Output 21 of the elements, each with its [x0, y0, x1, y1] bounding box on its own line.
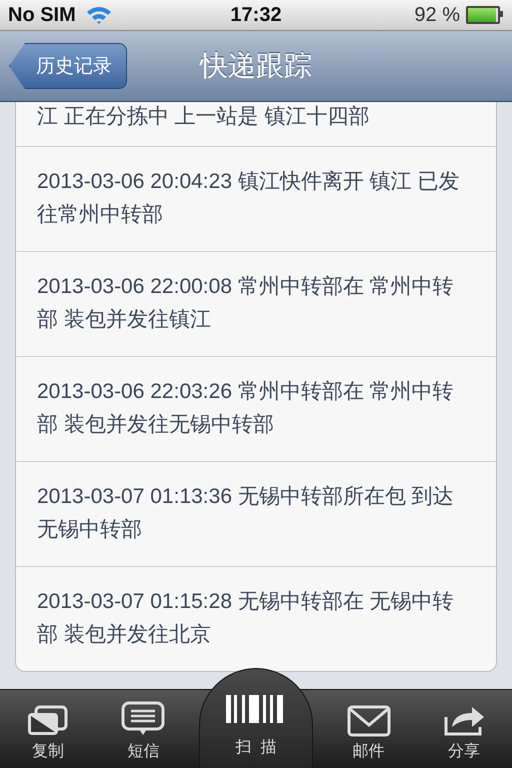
tracking-record: 2013-03-06 20:04:23 镇江快件离开 镇江 已发往常州中转部: [37, 170, 460, 226]
battery-text: 92 %: [414, 4, 460, 26]
clock-text: 17:32: [230, 4, 282, 26]
message-icon: [121, 701, 166, 737]
scan-button[interactable]: 扫 描: [198, 668, 313, 768]
carrier-text: No SIM: [8, 4, 76, 26]
tracking-record: 2013-03-06 22:00:08 常州中转部在 常州中转部 装包并发往镇江: [37, 275, 454, 331]
mail-button[interactable]: 邮件: [328, 705, 409, 768]
battery-icon: [466, 6, 500, 24]
envelope-icon: [346, 705, 391, 737]
page-title: 快递跟踪: [200, 48, 312, 84]
sms-button[interactable]: 短信: [103, 701, 184, 768]
tracking-record: 2013-03-07 01:15:28 无锡中转部在 无锡中转部 装包并发往北京: [37, 590, 454, 646]
tracking-record: 2013-03-07 01:13:36 无锡中转部所在包 到达无锡中转部: [37, 485, 454, 541]
back-button[interactable]: 历史记录: [9, 43, 127, 89]
tracking-record: 江 正在分拣中 上一站是 镇江十四部: [37, 105, 370, 128]
wifi-icon: [86, 6, 112, 24]
copy-icon: [26, 705, 70, 737]
copy-button[interactable]: 复制: [8, 705, 88, 768]
share-button[interactable]: 分享: [424, 703, 504, 768]
tracking-record: 2013-03-06 22:03:26 常州中转部在 常州中转部 装包并发往无锡中转部: [37, 380, 454, 436]
